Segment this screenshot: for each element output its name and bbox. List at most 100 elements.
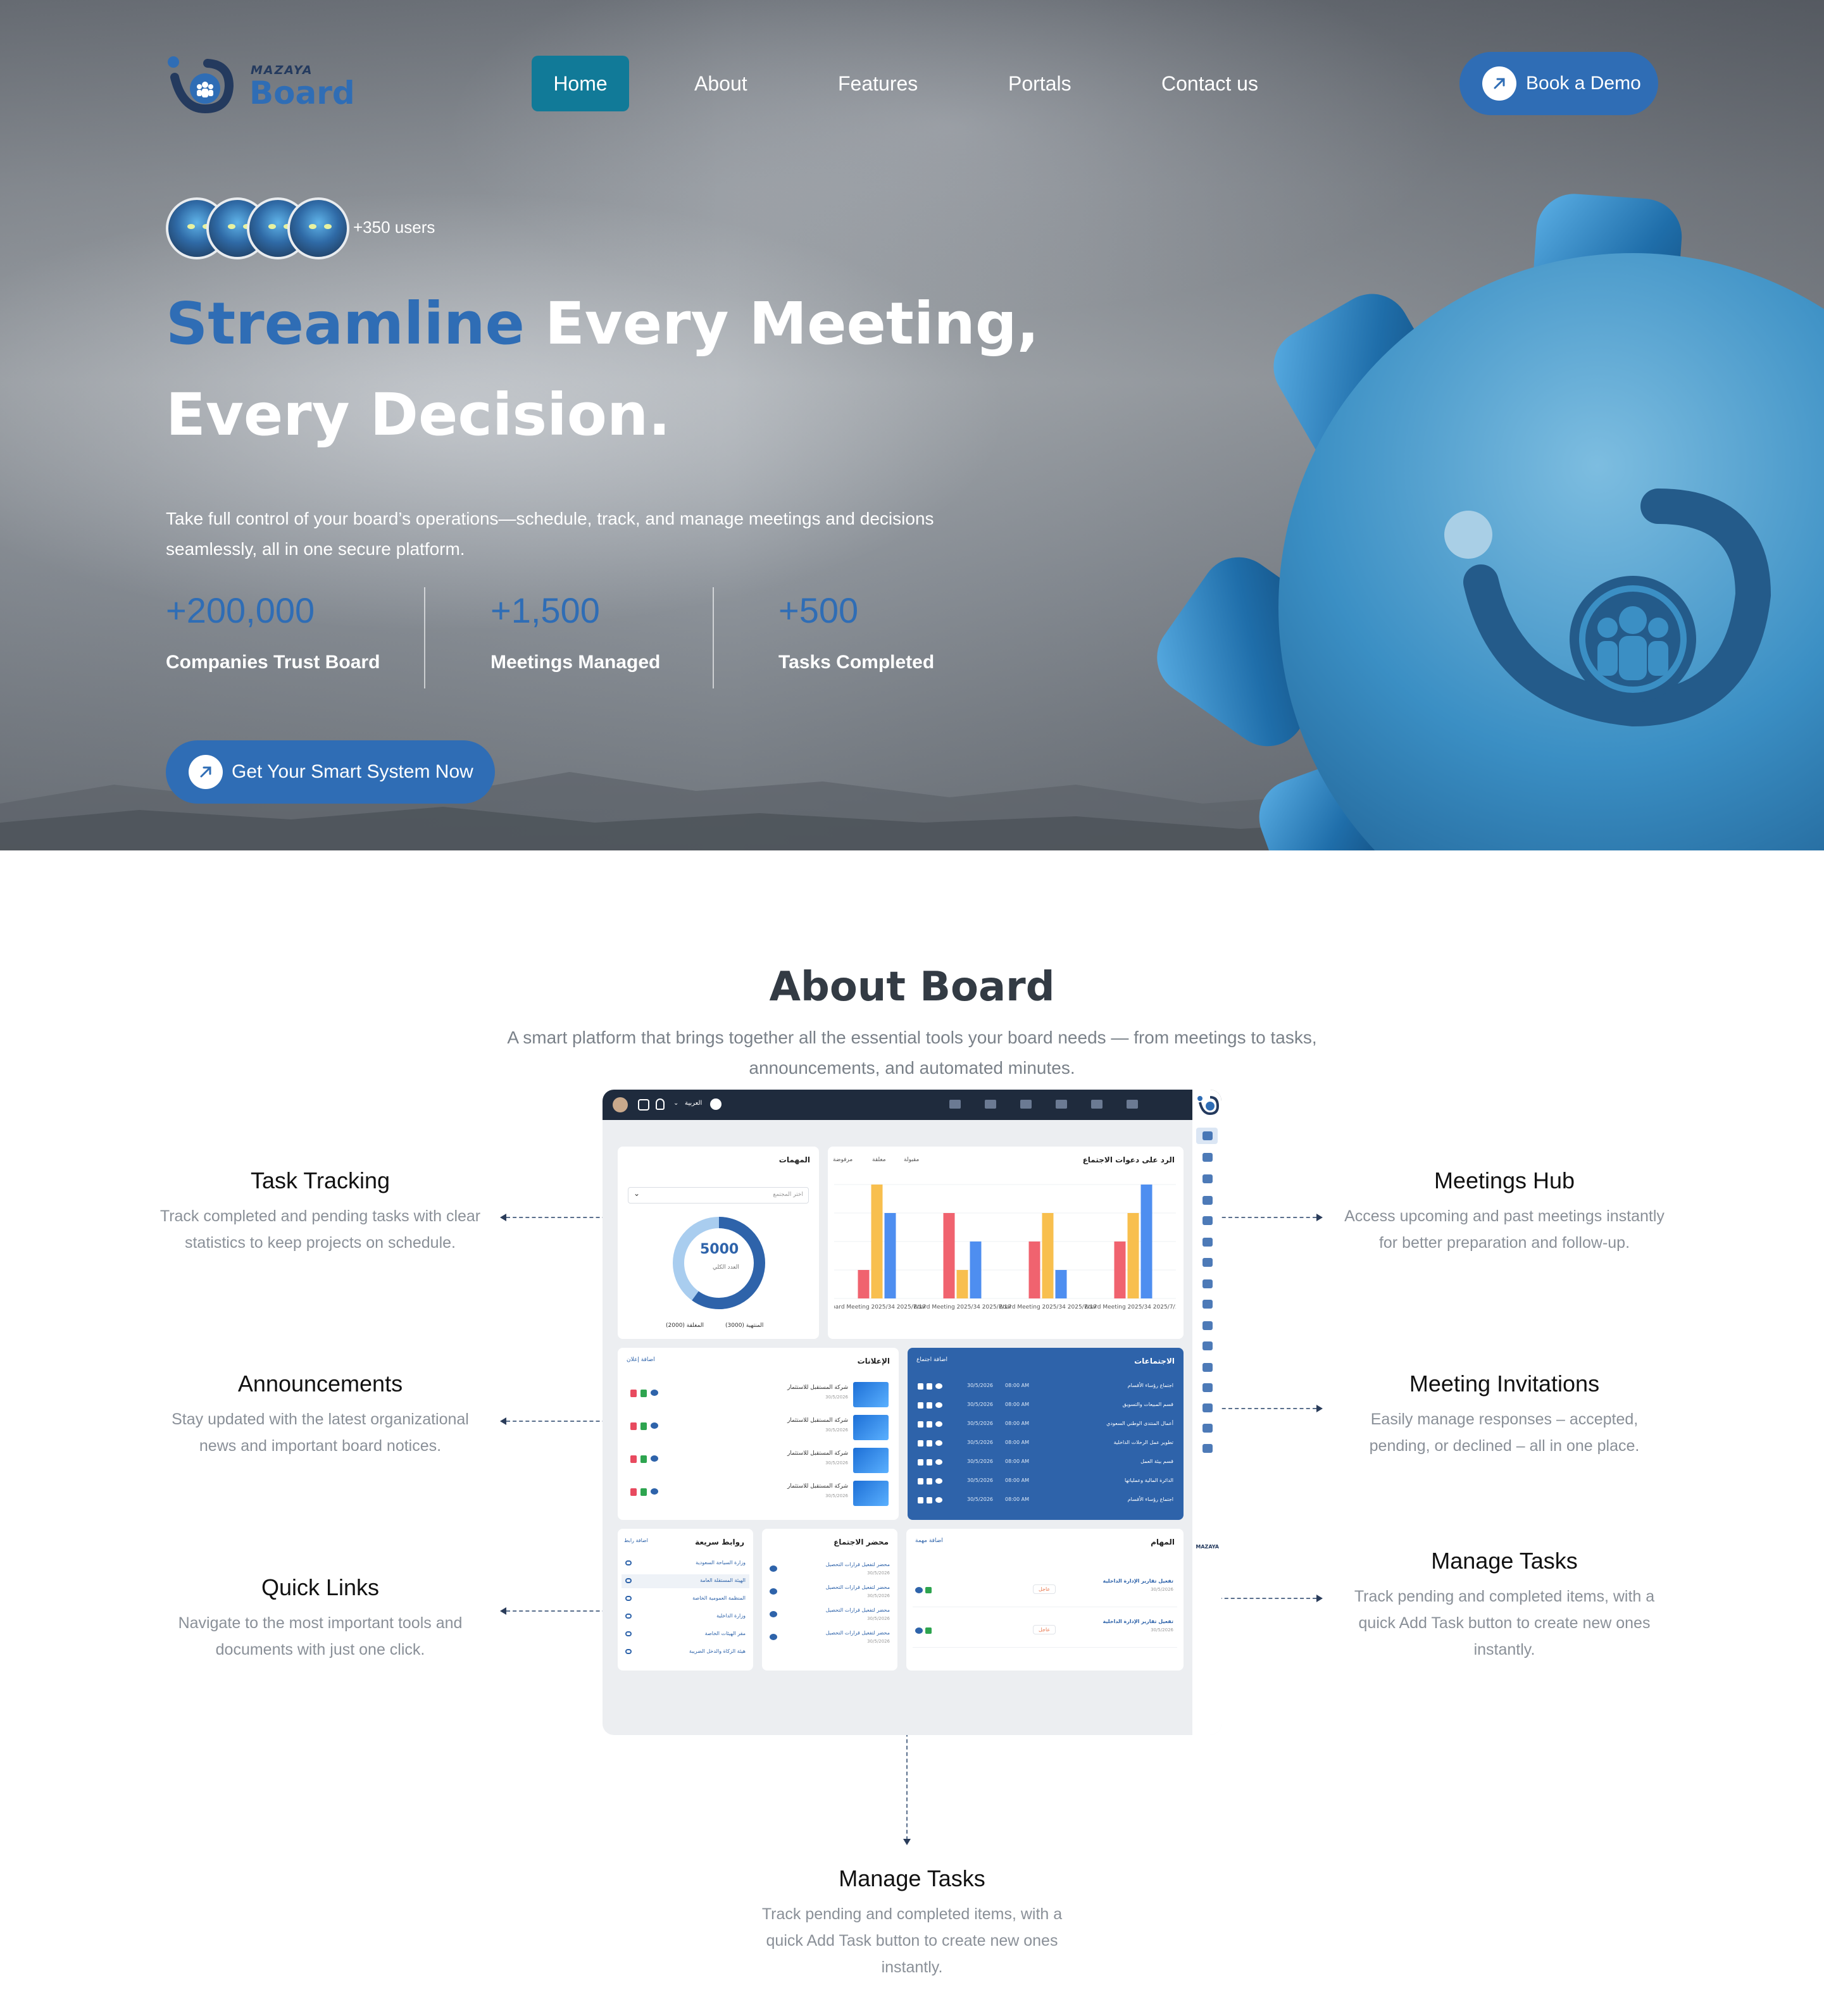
list-icon[interactable] [1202, 1216, 1213, 1225]
building-icon[interactable] [1202, 1321, 1213, 1330]
check-icon[interactable] [1202, 1444, 1213, 1453]
edit-icon[interactable] [925, 1587, 932, 1593]
delete-icon[interactable] [918, 1440, 923, 1447]
link-item[interactable]: وزارة الداخلية [622, 1610, 749, 1624]
table-row[interactable]: 30/5/2026 08:00 AM تطوير عمل الرحلات الداخ… [914, 1436, 1177, 1450]
list-item[interactable]: محضر لتفعيل قرارات التحصيل 30/5/2026 [766, 1606, 894, 1625]
delete-icon[interactable] [918, 1402, 923, 1409]
edit-icon[interactable] [640, 1390, 647, 1397]
link-item[interactable]: مقر الهيئات الخاصة [622, 1627, 749, 1641]
view-icon[interactable] [915, 1627, 923, 1634]
nav-home[interactable]: Home [532, 56, 629, 111]
list-item[interactable]: شركة المستقبل للاستثمار 30/5/2026 [624, 1381, 892, 1409]
add-announcement-button[interactable]: اضافة إعلان [627, 1357, 655, 1363]
table-row[interactable]: 30/5/2026 08:00 AM قسم بيئة العمل [914, 1455, 1177, 1469]
community-select[interactable]: اختر المجتمع ⌄ [628, 1187, 809, 1204]
print-icon[interactable] [1202, 1403, 1213, 1412]
list-item[interactable]: محضر لتفعيل قرارات التحصيل 30/5/2026 [766, 1629, 894, 1648]
delete-icon[interactable] [918, 1421, 923, 1428]
table-row[interactable]: 30/5/2026 08:00 AM اجتماع رؤساء الأقسام [914, 1493, 1177, 1507]
tasks-list-card: المهام اضافة مهمة عاجل تفعيل تقارير الإدا… [906, 1529, 1184, 1671]
edit-icon[interactable] [927, 1440, 932, 1447]
grid-icon[interactable] [1202, 1131, 1213, 1140]
view-icon[interactable] [935, 1497, 942, 1503]
chevron-down-icon[interactable]: ⌄ [673, 1100, 678, 1107]
task-item[interactable]: عاجل تفعيل تقارير الإدارة الداخلية 30/5/20… [913, 1576, 1177, 1607]
table-row[interactable]: 30/5/2026 08:00 AM قسم المبيعات والتسويق [914, 1398, 1177, 1412]
table-row[interactable]: 30/5/2026 08:00 AM اجتماع رؤساء الأقسام [914, 1379, 1177, 1393]
calendar-icon[interactable] [1202, 1174, 1213, 1183]
language-label[interactable]: العربية [685, 1100, 702, 1107]
view-icon[interactable] [935, 1478, 942, 1484]
view-icon[interactable] [770, 1611, 777, 1617]
table-row[interactable]: 30/5/2026 08:00 AM الدائرة المالية وعمليات… [914, 1474, 1177, 1488]
delete-icon[interactable] [918, 1383, 923, 1390]
edit-icon[interactable] [927, 1402, 932, 1409]
view-icon[interactable] [651, 1422, 658, 1429]
bell-icon[interactable] [656, 1098, 665, 1110]
delete-icon[interactable] [630, 1455, 637, 1463]
view-icon[interactable] [935, 1402, 942, 1408]
edit-icon[interactable] [927, 1478, 932, 1484]
brand-logo[interactable]: MAZAYA Board [166, 53, 356, 114]
link-item[interactable]: هيئة الزكاة والدخل الضريبة [622, 1645, 749, 1659]
view-icon[interactable] [935, 1383, 942, 1389]
list-item[interactable]: محضر لتفعيل قرارات التحصيل 30/5/2026 [766, 1560, 894, 1579]
list-item[interactable]: شركة المستقبل للاستثمار 30/5/2026 [624, 1447, 892, 1474]
folder-icon[interactable] [1202, 1279, 1213, 1288]
document-icon[interactable] [1202, 1196, 1213, 1205]
edit-icon[interactable] [640, 1488, 647, 1496]
link-icon[interactable] [1202, 1258, 1213, 1267]
list-item[interactable]: شركة المستقبل للاستثمار 30/5/2026 [624, 1479, 892, 1507]
table-row[interactable]: 30/5/2026 08:00 AM أعمال المنتدى الوطني ال… [914, 1417, 1177, 1431]
list-item[interactable]: محضر لتفعيل قرارات التحصيل 30/5/2026 [766, 1583, 894, 1602]
delete-icon[interactable] [918, 1459, 923, 1465]
task-item[interactable]: عاجل تفعيل تقارير الإدارة الداخلية 30/5/20… [913, 1616, 1177, 1648]
book-demo-button[interactable]: Book a Demo [1459, 52, 1658, 115]
add-task-button[interactable]: اضافة مهمة [915, 1538, 943, 1544]
balance-icon[interactable] [1202, 1238, 1213, 1247]
add-link-button[interactable]: اضافة رابط [624, 1538, 648, 1543]
link-item[interactable]: المنظمة العمومية الخاصة [622, 1592, 749, 1606]
link-item[interactable]: وزارة السياحة السعودية [622, 1557, 749, 1571]
person-icon[interactable] [1202, 1341, 1213, 1350]
chart-bar [1140, 1185, 1152, 1298]
view-icon[interactable] [651, 1488, 658, 1495]
view-icon[interactable] [651, 1390, 658, 1396]
gear-icon[interactable] [1202, 1424, 1213, 1433]
list-item[interactable]: شركة المستقبل للاستثمار 30/5/2026 [624, 1414, 892, 1441]
view-icon[interactable] [770, 1634, 777, 1640]
view-icon[interactable] [770, 1588, 777, 1595]
plus-icon[interactable] [710, 1098, 721, 1110]
edit-icon[interactable] [927, 1459, 932, 1465]
edit-icon[interactable] [640, 1455, 647, 1463]
get-system-button[interactable]: Get Your Smart System Now [166, 740, 495, 804]
view-icon[interactable] [935, 1421, 942, 1427]
view-icon[interactable] [770, 1565, 777, 1572]
view-icon[interactable] [651, 1455, 658, 1462]
delete-icon[interactable] [918, 1497, 923, 1503]
inbox-icon[interactable] [1202, 1363, 1213, 1372]
edit-icon[interactable] [927, 1421, 932, 1428]
edit-icon[interactable] [640, 1422, 647, 1430]
view-icon[interactable] [915, 1587, 923, 1593]
nav-features[interactable]: Features [838, 56, 918, 111]
users-icon[interactable] [1202, 1153, 1213, 1162]
add-meeting-button[interactable]: اضافة اجتماع [916, 1357, 947, 1363]
delete-icon[interactable] [630, 1422, 637, 1430]
view-icon[interactable] [935, 1459, 942, 1465]
nav-contact[interactable]: Contact us [1161, 56, 1258, 111]
edit-icon[interactable] [925, 1627, 932, 1634]
link-item[interactable]: الهيئة المستقلة العامة [622, 1574, 749, 1588]
edit-icon[interactable] [927, 1497, 932, 1503]
delete-icon[interactable] [630, 1390, 637, 1397]
gear-icon[interactable] [638, 1099, 649, 1111]
edit-icon[interactable] [927, 1383, 932, 1390]
archive-icon[interactable] [1202, 1383, 1213, 1392]
nav-portals[interactable]: Portals [1008, 56, 1071, 111]
delete-icon[interactable] [630, 1488, 637, 1496]
delete-icon[interactable] [918, 1478, 923, 1484]
file-icon[interactable] [1202, 1300, 1213, 1309]
view-icon[interactable] [935, 1440, 942, 1446]
nav-about[interactable]: About [694, 56, 747, 111]
